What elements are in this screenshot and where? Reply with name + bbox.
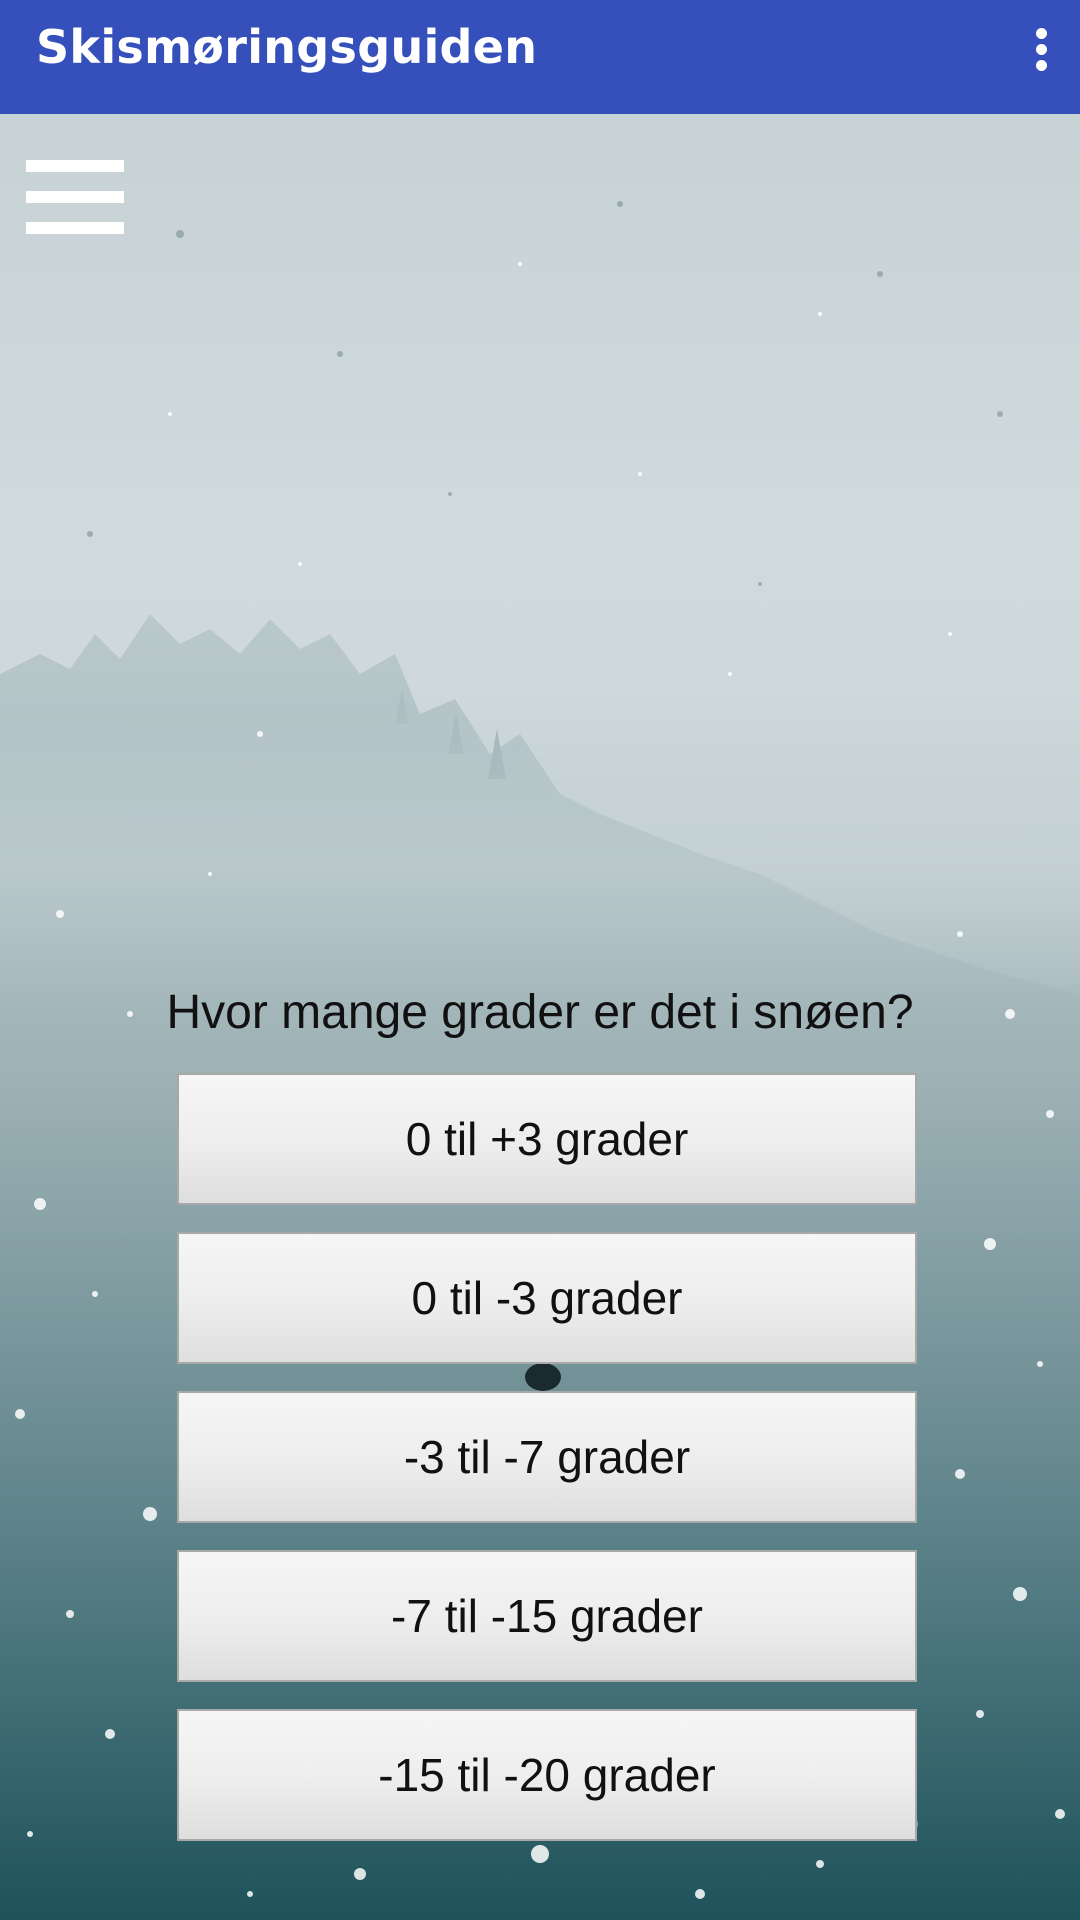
temperature-options: 0 til +3 grader 0 til -3 grader -3 til -…	[177, 1073, 917, 1868]
option-button-minus-15-to-minus-20[interactable]: -15 til -20 grader	[177, 1709, 917, 1841]
option-button-0-to-plus-3[interactable]: 0 til +3 grader	[177, 1073, 917, 1205]
hamburger-menu-icon[interactable]	[26, 160, 124, 234]
app-bar: Skismøringsguiden	[0, 0, 1080, 114]
more-vert-icon[interactable]	[1022, 22, 1062, 72]
option-button-minus-7-to-minus-15[interactable]: -7 til -15 grader	[177, 1550, 917, 1682]
option-button-minus-3-to-minus-7[interactable]: -3 til -7 grader	[177, 1391, 917, 1523]
question-text: Hvor mange grader er det i snøen?	[166, 986, 914, 1039]
option-button-0-to-minus-3[interactable]: 0 til -3 grader	[177, 1232, 917, 1364]
screen: Skismøringsguiden Hvor mange grader er d…	[0, 0, 1080, 1920]
app-title: Skismøringsguiden	[36, 20, 538, 74]
